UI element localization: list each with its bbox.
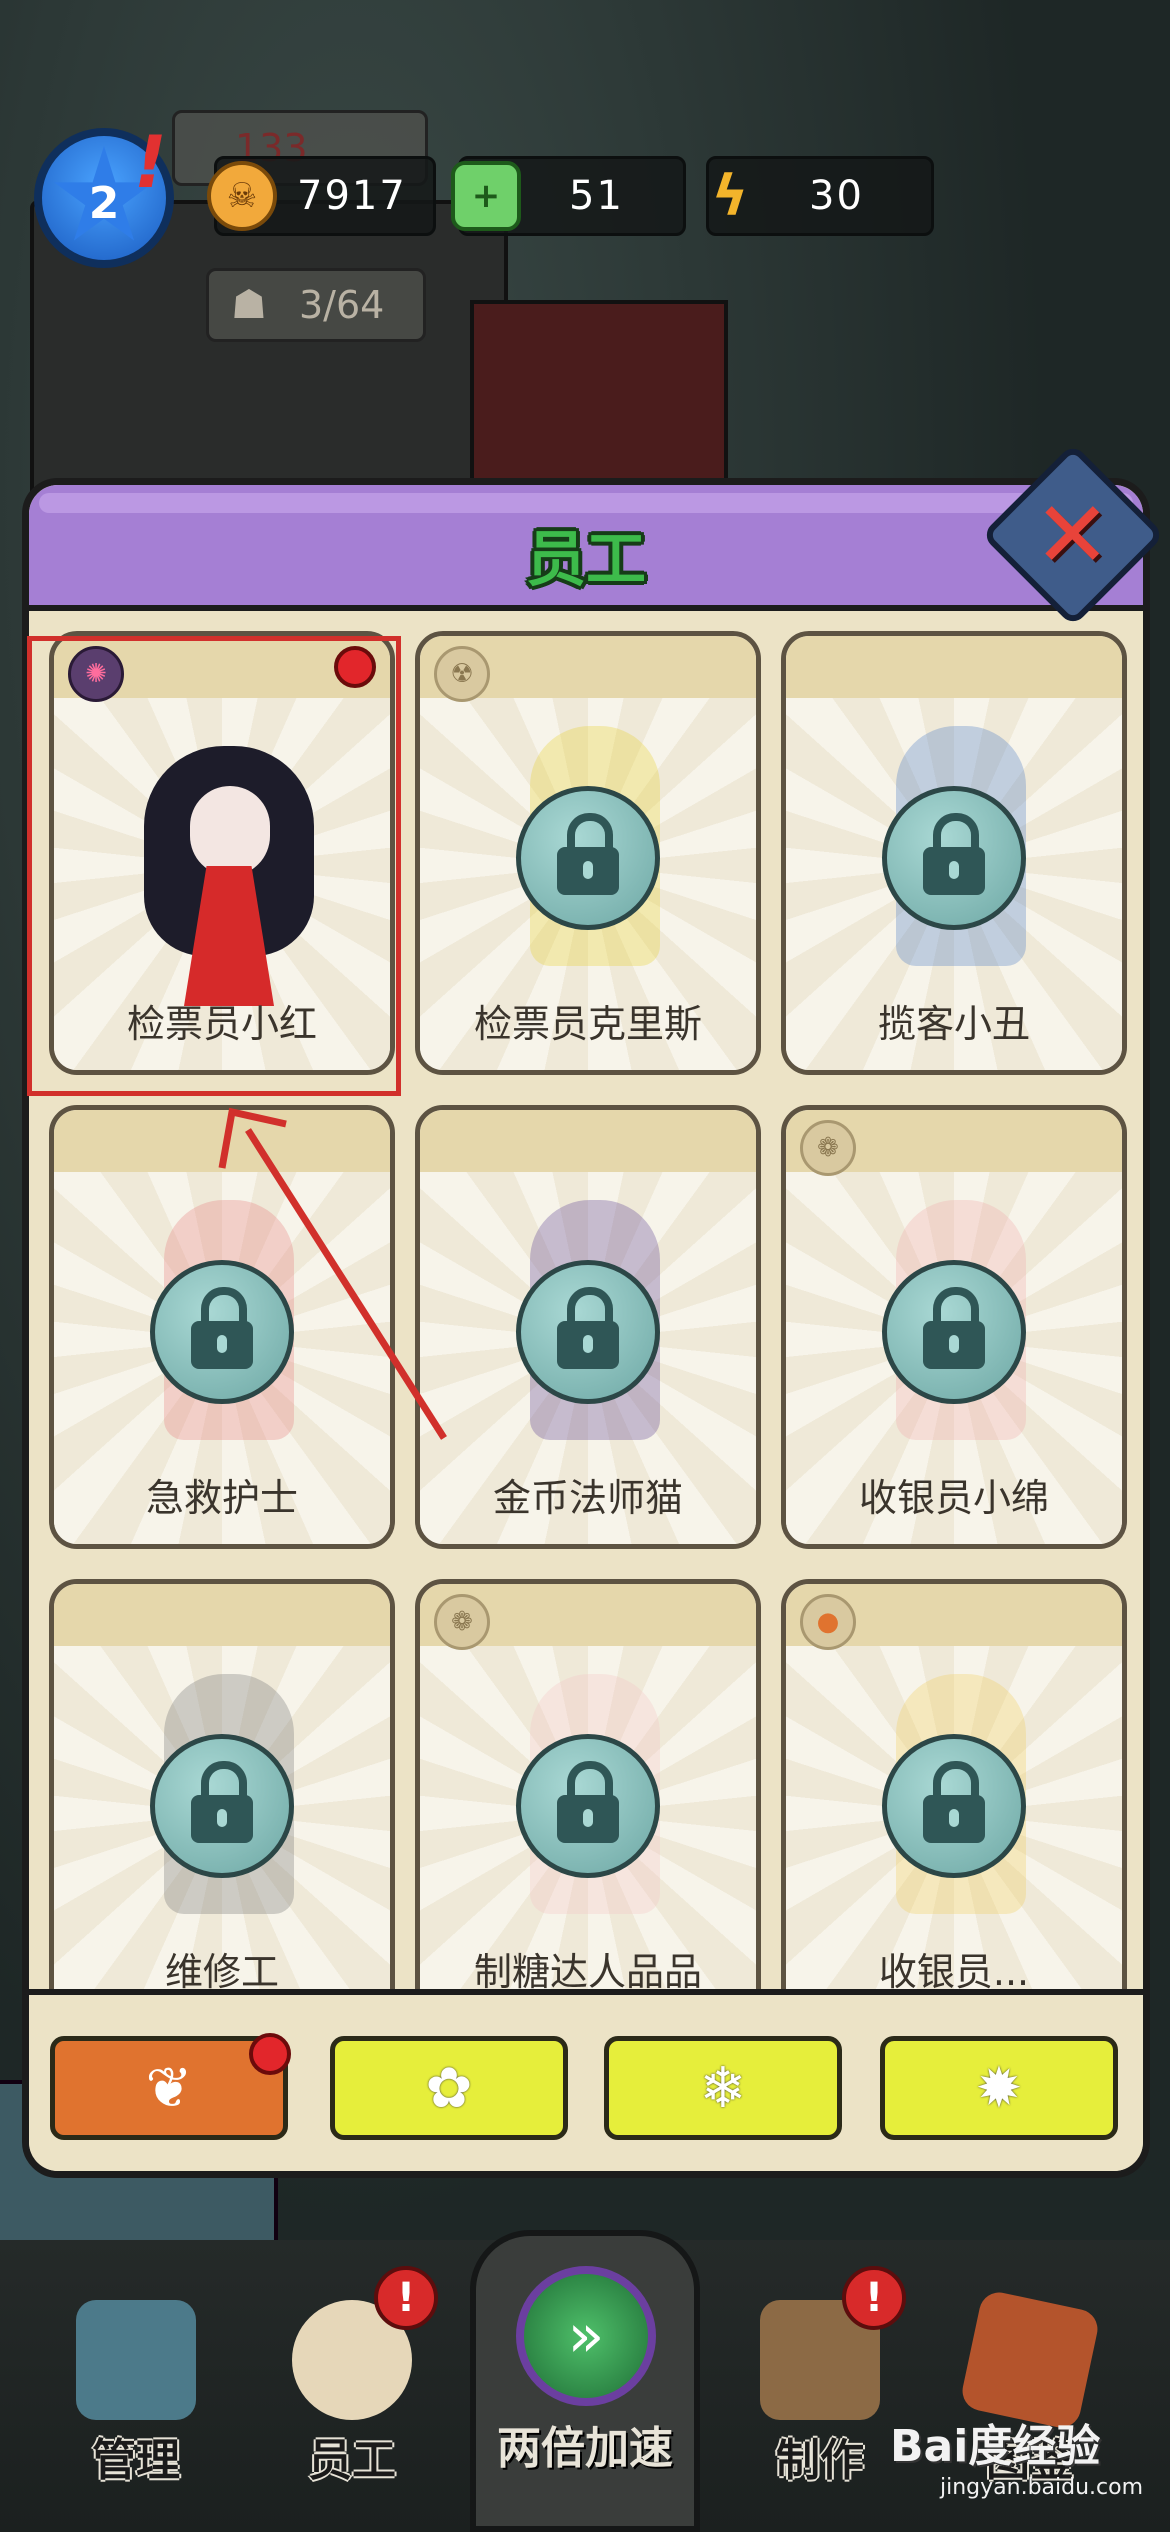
staff-name: 急救护士 — [145, 1476, 298, 1520]
staff-card[interactable]: ● 收银员... — [781, 1579, 1127, 1989]
nav-staff[interactable]: ! 员工 — [252, 2260, 452, 2500]
staff-name: 检票员克里斯 — [473, 1002, 702, 1046]
gem-value: 51 — [569, 173, 624, 219]
watermark-brand: Bai度经验 — [890, 2421, 1101, 2472]
nav-manage[interactable]: 管理 — [36, 2260, 236, 2500]
skull-coin-icon: ☠ — [207, 161, 277, 231]
brain-icon: ❁ — [434, 1594, 490, 1650]
staff-card[interactable]: 维修工 — [49, 1579, 395, 1989]
notification-dot — [249, 2033, 291, 2075]
staff-name: 收银员... — [878, 1950, 1030, 1989]
ghost-capacity-panel[interactable]: ☗ 3/64 — [206, 268, 426, 342]
tab-winter[interactable]: ❄ — [604, 2036, 842, 2140]
lock-icon — [882, 1734, 1026, 1878]
nav-manage-label: 管理 — [92, 2435, 180, 2486]
staff-name: 揽客小丑 — [877, 1002, 1030, 1046]
staff-name: 制糖达人品品 — [473, 1950, 702, 1989]
staff-card[interactable]: 金币法师猫 — [415, 1105, 761, 1549]
tab-spring[interactable]: ✿ — [330, 2036, 568, 2140]
staff-name: 维修工 — [164, 1950, 279, 1989]
staff-card[interactable]: ❁ 收银员小绵 — [781, 1105, 1127, 1549]
double-speed-label: 两倍加速 — [497, 2423, 673, 2474]
brain-icon: ❁ — [800, 1120, 856, 1176]
lock-icon — [516, 786, 660, 930]
lightning-icon: ϟ — [711, 163, 749, 229]
lock-icon — [882, 1260, 1026, 1404]
energy-counter[interactable]: ϟ 30 — [706, 156, 934, 236]
ghost-capacity-value: 3/64 — [299, 283, 385, 327]
player-level: 2 — [88, 177, 120, 229]
watermark-url: jingyan.baidu.com — [940, 2475, 1144, 2500]
background-building-red — [470, 300, 728, 488]
nav-staff-label: 员工 — [308, 2435, 396, 2486]
pumpkin-icon: ● — [800, 1594, 856, 1650]
lock-icon — [516, 1734, 660, 1878]
tab-autumn[interactable]: ❦ — [50, 2033, 291, 2140]
maple-leaf-icon: ❦ — [145, 2055, 193, 2121]
lock-icon — [150, 1734, 294, 1878]
double-speed-button[interactable]: » 两倍加速 — [470, 2230, 700, 2532]
coin-value: 7917 — [297, 173, 407, 219]
staff-card[interactable]: 揽客小丑 — [781, 631, 1127, 1075]
flower-icon: ✿ — [425, 2055, 473, 2121]
staff-card[interactable]: 急救护士 — [49, 1105, 395, 1549]
radiation-icon: ☢ — [434, 646, 490, 702]
tutorial-highlight-box — [27, 636, 401, 1096]
tab-summer[interactable]: ✹ — [880, 2036, 1118, 2140]
lock-icon — [150, 1260, 294, 1404]
staff-card[interactable]: ☢ 检票员克里斯 — [415, 631, 761, 1075]
alert-icon: ! — [374, 2266, 438, 2330]
fast-forward-icon: » — [516, 2266, 656, 2406]
staff-card[interactable]: ❁ 制糖达人品品 — [415, 1579, 761, 1989]
dialog-title: 员工 — [526, 525, 646, 595]
staff-name: 金币法师猫 — [492, 1476, 683, 1520]
energy-value: 30 — [809, 173, 864, 219]
level-alert-icon: ! — [134, 120, 167, 204]
dialog-header: 员工 — [29, 485, 1143, 611]
lock-icon — [516, 1260, 660, 1404]
sun-icon: ✹ — [975, 2055, 1023, 2121]
house-icon — [76, 2300, 196, 2420]
ghost-icon: ☗ — [231, 282, 267, 328]
gem-plus-icon: + — [451, 161, 521, 231]
gem-counter[interactable]: + 51 — [451, 156, 686, 236]
coin-counter[interactable]: ☠ 7917 — [207, 156, 436, 236]
alert-icon: ! — [842, 2266, 906, 2330]
close-icon: ✕ — [1034, 481, 1112, 589]
staff-name: 收银员小绵 — [858, 1476, 1049, 1520]
lock-icon — [882, 786, 1026, 930]
snowflake-icon: ❄ — [699, 2055, 747, 2121]
